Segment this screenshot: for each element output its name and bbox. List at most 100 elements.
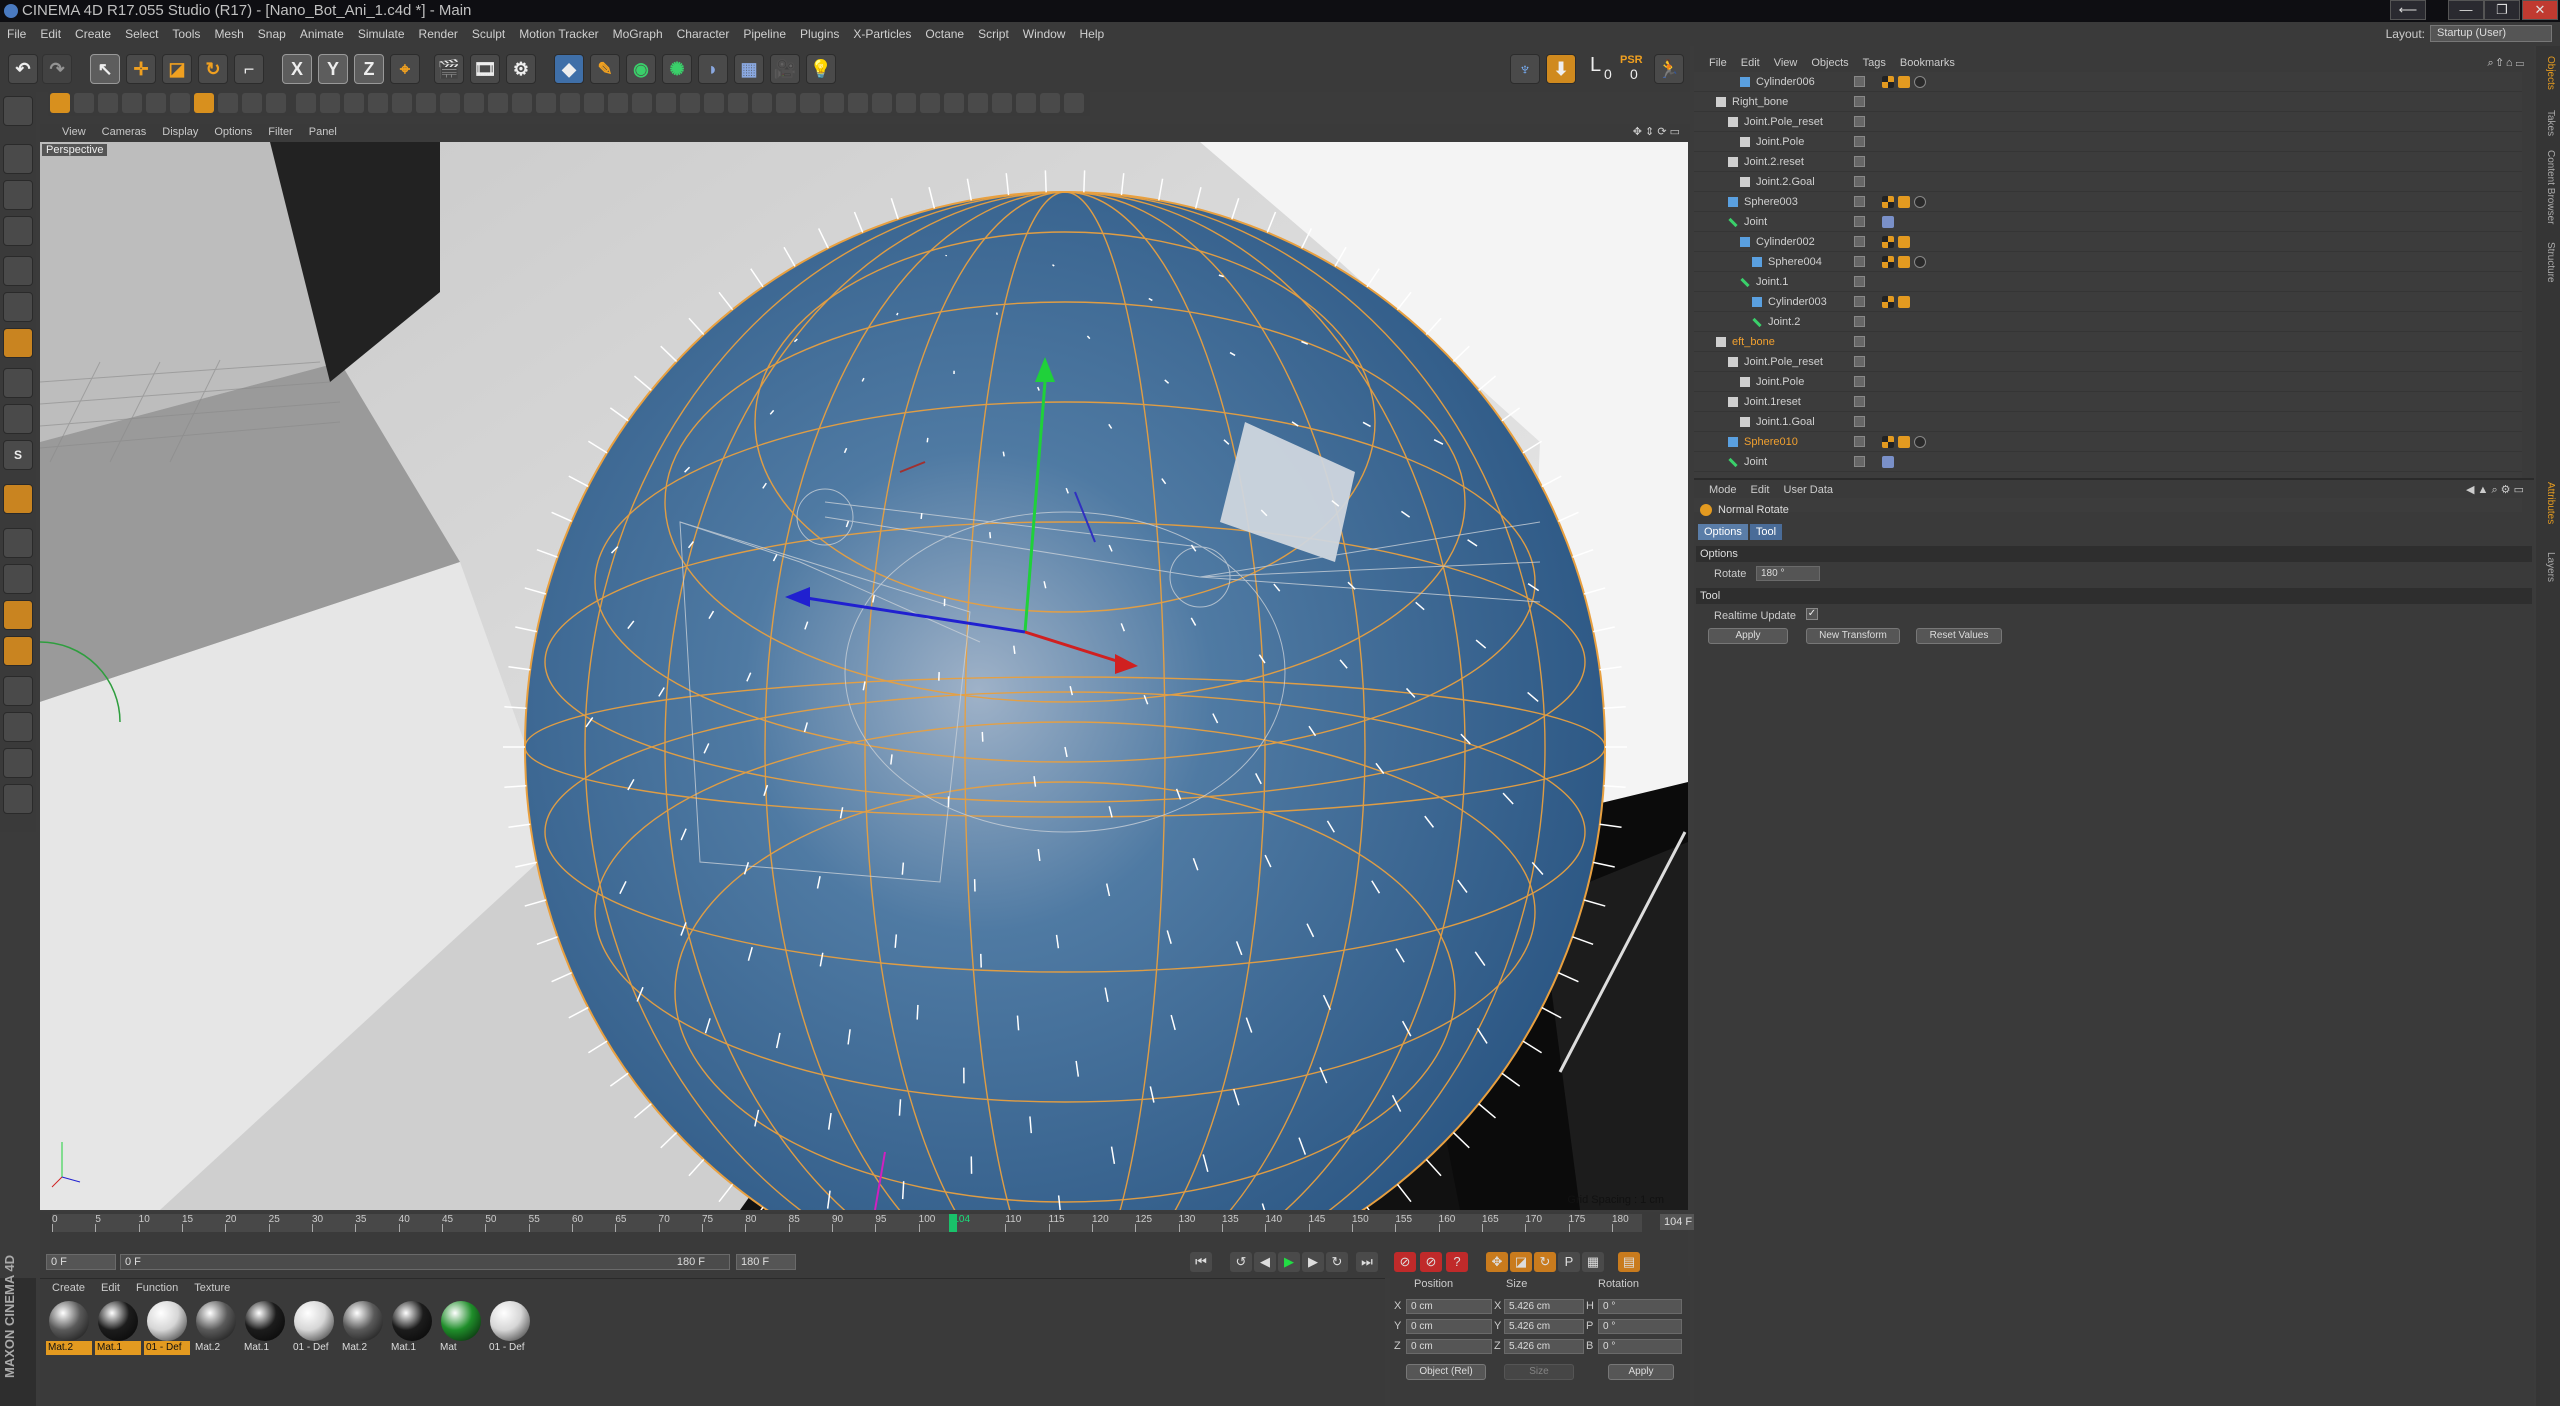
array-icon[interactable]: ✺	[662, 54, 692, 84]
visibility-toggle[interactable]	[1854, 416, 1865, 427]
scale-icon[interactable]: ◪	[162, 54, 192, 84]
tool-icon-3[interactable]	[98, 93, 118, 113]
viewport-menu-view[interactable]: View	[54, 124, 94, 140]
size-mode-dropdown[interactable]: Size	[1504, 1364, 1574, 1380]
tool-icon-37[interactable]	[920, 93, 940, 113]
tool-icon-10[interactable]	[266, 93, 286, 113]
visibility-toggle[interactable]	[1854, 256, 1865, 267]
keyframe-record-icon[interactable]: ⬇	[1546, 54, 1576, 84]
object-row[interactable]: Joint.Pole	[1694, 372, 2522, 392]
realtime-update-checkbox[interactable]: ✓	[1806, 608, 1818, 620]
object-name[interactable]: Joint.2.reset	[1744, 152, 1804, 172]
visibility-toggle[interactable]	[1854, 196, 1865, 207]
checker-tag-icon[interactable]	[1882, 256, 1894, 268]
rot-h-field[interactable]: 0 °	[1598, 1299, 1682, 1314]
orange-tag-icon[interactable]	[1898, 256, 1910, 268]
menu-create[interactable]: Create	[68, 22, 118, 46]
tool-icon-42[interactable]	[1040, 93, 1060, 113]
tool-icon-9[interactable]	[242, 93, 262, 113]
tool-icon-32[interactable]	[800, 93, 820, 113]
menu-octane[interactable]: Octane	[918, 22, 971, 46]
side-tab-layers[interactable]: Layers	[2540, 552, 2556, 582]
tool-icon-43[interactable]	[1064, 93, 1084, 113]
menu-mesh[interactable]: Mesh	[207, 22, 250, 46]
orange-tag-icon[interactable]	[1898, 436, 1910, 448]
tool-icon-30[interactable]	[752, 93, 772, 113]
tool-icon-27[interactable]	[680, 93, 700, 113]
tool-icon-16[interactable]	[416, 93, 436, 113]
tool-icon-38[interactable]	[944, 93, 964, 113]
character-pose-icon[interactable]: 🏃	[1654, 54, 1684, 84]
menu-animate[interactable]: Animate	[293, 22, 351, 46]
pen-spline-icon[interactable]: ✎	[590, 54, 620, 84]
redo-button[interactable]: ↷	[42, 54, 72, 84]
timeline-ruler[interactable]: 0 5 10 15 20 25 30 35 40 45 50 55 60 65 70 75 80 85 90 95 10…	[52, 1214, 1642, 1232]
interpolation-button[interactable]: ▤	[1618, 1252, 1640, 1272]
tool-icon-22[interactable]	[560, 93, 580, 113]
tool-icon-23[interactable]	[584, 93, 604, 113]
coordinate-mode-dropdown[interactable]: Object (Rel)	[1406, 1364, 1486, 1380]
object-name[interactable]: Cylinder003	[1768, 292, 1827, 312]
rotate-icon[interactable]: ↻	[198, 54, 228, 84]
back-icon[interactable]: ⟵	[2390, 0, 2426, 20]
timeline-playhead[interactable]	[949, 1214, 958, 1232]
menu-snap[interactable]: Snap	[251, 22, 293, 46]
material-swatch[interactable]: 01 - Def	[144, 1299, 190, 1371]
previous-frame-button[interactable]: ◀	[1254, 1252, 1276, 1272]
close-button[interactable]: ✕	[2522, 0, 2558, 20]
xpresso-icon[interactable]: ♆	[1510, 54, 1540, 84]
tool-icon-33[interactable]	[824, 93, 844, 113]
tweak-mode-icon[interactable]	[3, 404, 33, 434]
light-icon[interactable]: 💡	[806, 54, 836, 84]
visibility-toggle[interactable]	[1854, 176, 1865, 187]
viewport-nav-icons[interactable]: ✥ ⇕ ⟳ ▭	[1633, 124, 1680, 140]
menu-file[interactable]: File	[0, 22, 33, 46]
object-row[interactable]: Right_bone	[1694, 92, 2522, 112]
bend-deformer-icon[interactable]: ◗	[698, 54, 728, 84]
sphere-tag-icon[interactable]	[1914, 256, 1926, 268]
tool-icon-41[interactable]	[1016, 93, 1036, 113]
material-swatch[interactable]: Mat.2	[193, 1299, 239, 1371]
y-axis-lock-button[interactable]: Y	[318, 54, 348, 84]
end-frame-field[interactable]: 180 F	[736, 1254, 796, 1270]
new-transform-button[interactable]: New Transform	[1806, 628, 1900, 644]
object-row[interactable]: Joint.Pole_reset	[1694, 352, 2522, 372]
objects-menu-tags[interactable]: Tags	[1856, 54, 1893, 72]
tool-icon-5[interactable]	[146, 93, 166, 113]
psr-indicator[interactable]: PSR 0	[1618, 54, 1650, 84]
object-name[interactable]: Joint.Pole_reset	[1744, 112, 1823, 132]
render-view-icon[interactable]: 🎬	[434, 54, 464, 84]
object-row[interactable]: Sphere004	[1694, 252, 2522, 272]
tab-options[interactable]: Options	[1698, 524, 1748, 540]
object-manager-nav-icons[interactable]: ⌕ ⇧ ⌂ ▭	[2487, 54, 2524, 72]
axis-tool-icon[interactable]	[3, 712, 33, 742]
menu-sculpt[interactable]: Sculpt	[465, 22, 512, 46]
menu-x-particles[interactable]: X-Particles	[846, 22, 918, 46]
start-frame-field[interactable]: 0 F	[46, 1254, 116, 1270]
objects-menu-view[interactable]: View	[1767, 54, 1805, 72]
material-swatch[interactable]: Mat.1	[389, 1299, 435, 1371]
record-rotation-button[interactable]: ↻	[1534, 1252, 1556, 1272]
material-swatch[interactable]: Mat.1	[95, 1299, 141, 1371]
tool-icon-14[interactable]	[368, 93, 388, 113]
tool-icon-6[interactable]	[170, 93, 190, 113]
autokeying-button[interactable]: ⊘	[1420, 1252, 1442, 1272]
go-to-start-button[interactable]: ⏮	[1190, 1252, 1212, 1272]
visibility-toggle[interactable]	[1854, 436, 1865, 447]
object-name[interactable]: Joint.1reset	[1744, 392, 1801, 412]
viewport-menu-options[interactable]: Options	[206, 124, 260, 140]
object-row[interactable]: Joint.1	[1694, 272, 2522, 292]
options-section-header[interactable]: Options	[1696, 546, 2532, 562]
material-swatch[interactable]: Mat.2	[340, 1299, 386, 1371]
menu-script[interactable]: Script	[971, 22, 1016, 46]
layout-dropdown[interactable]: Startup (User)	[2430, 25, 2552, 42]
material-swatch[interactable]: 01 - Def	[487, 1299, 533, 1371]
tool-icon-11[interactable]	[296, 93, 316, 113]
visibility-toggle[interactable]	[1854, 376, 1865, 387]
objects-menu-file[interactable]: File	[1702, 54, 1734, 72]
visibility-toggle[interactable]	[1854, 356, 1865, 367]
object-name[interactable]: Cylinder006	[1756, 72, 1815, 92]
coordinate-system-icon[interactable]: ⌖	[390, 54, 420, 84]
edges-mode-icon[interactable]	[3, 292, 33, 322]
tool-icon-35[interactable]	[872, 93, 892, 113]
